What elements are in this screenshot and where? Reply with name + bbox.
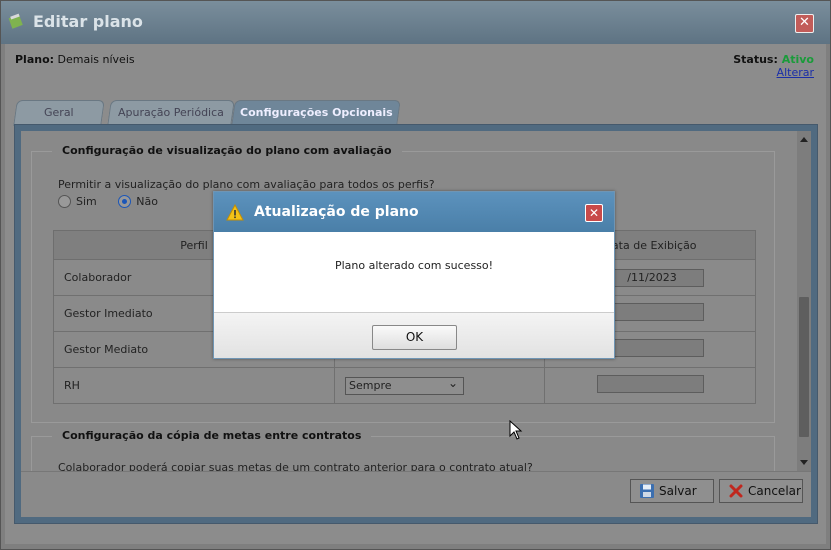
scroll-thumb[interactable] [799, 297, 809, 437]
status-label: Status: [733, 53, 778, 66]
dialog-close-button[interactable]: ✕ [585, 204, 603, 222]
status-info: Status: Ativo [733, 53, 814, 66]
radio-sim-label: Sim [76, 194, 97, 208]
warning-icon [226, 204, 244, 221]
cell-visibilidade: Sempre [334, 367, 545, 404]
save-label: Salvar [659, 484, 697, 498]
alterar-status-link[interactable]: Alterar [777, 66, 814, 79]
visibility-select[interactable]: Sempre [345, 375, 464, 395]
save-button[interactable]: Salvar [630, 479, 714, 503]
dialog-message: Plano alterado com sucesso! [334, 259, 494, 272]
radio-sim[interactable] [58, 194, 71, 208]
table-row: RH Sempre [53, 367, 756, 404]
update-plan-dialog: Atualização de plano ✕ Plano alterado co… [213, 191, 615, 359]
tab-configuracoes-opcionais[interactable]: Configurações Opcionais [231, 100, 401, 126]
radio-nao-label: Não [136, 194, 158, 208]
visualization-radio-group: Sim Não [58, 194, 176, 208]
tab-apuracao-periodica[interactable]: Apuração Periódica [107, 100, 235, 126]
vertical-scrollbar[interactable] [797, 131, 811, 471]
tab-apuracao-label: Apuração Periódica [118, 106, 224, 119]
plano-label: Plano: [15, 53, 55, 66]
section2-legend: Configuração da cópia de metas entre con… [52, 429, 372, 442]
cancel-label: Cancelar [748, 484, 801, 498]
goal-copy-question: Colaborador poderá copiar suas metas de … [58, 461, 533, 471]
section1-legend: Configuração de visualização do plano co… [52, 144, 402, 157]
ok-button[interactable]: OK [372, 325, 457, 350]
dialog-footer: OK [214, 312, 614, 358]
tab-geral[interactable]: Geral [13, 100, 105, 126]
cell-data [544, 367, 756, 404]
goal-copy-config-section: Configuração da cópia de metas entre con… [31, 429, 775, 471]
window-title: Editar plano [33, 12, 143, 31]
radio-nao[interactable] [118, 194, 132, 208]
cell-perfil: RH [53, 367, 335, 404]
scroll-down-icon[interactable] [800, 460, 808, 465]
plano-value: Demais níveis [57, 53, 135, 66]
tab-geral-label: Geral [44, 106, 74, 119]
plano-info: Plano: Demais níveis [15, 53, 135, 66]
date-input[interactable] [596, 375, 704, 393]
plan-icon [8, 13, 23, 29]
tab-config-label: Configurações Opcionais [239, 106, 393, 119]
cancel-button[interactable]: Cancelar [719, 479, 803, 503]
status-value: Ativo [781, 53, 814, 66]
visualization-question: Permitir a visualização do plano com ava… [58, 178, 435, 191]
floppy-disk-icon [640, 484, 654, 498]
window-close-button[interactable]: ✕ [795, 14, 814, 33]
window-titlebar: Editar plano ✕ [1, 1, 830, 44]
cancel-x-icon [729, 484, 743, 498]
mouse-cursor-icon [509, 420, 523, 440]
dialog-title: Atualização de plano [254, 204, 419, 220]
dialog-titlebar: Atualização de plano ✕ [214, 192, 614, 232]
button-bar: Salvar Cancelar [21, 471, 811, 517]
scroll-up-icon[interactable] [800, 137, 808, 142]
